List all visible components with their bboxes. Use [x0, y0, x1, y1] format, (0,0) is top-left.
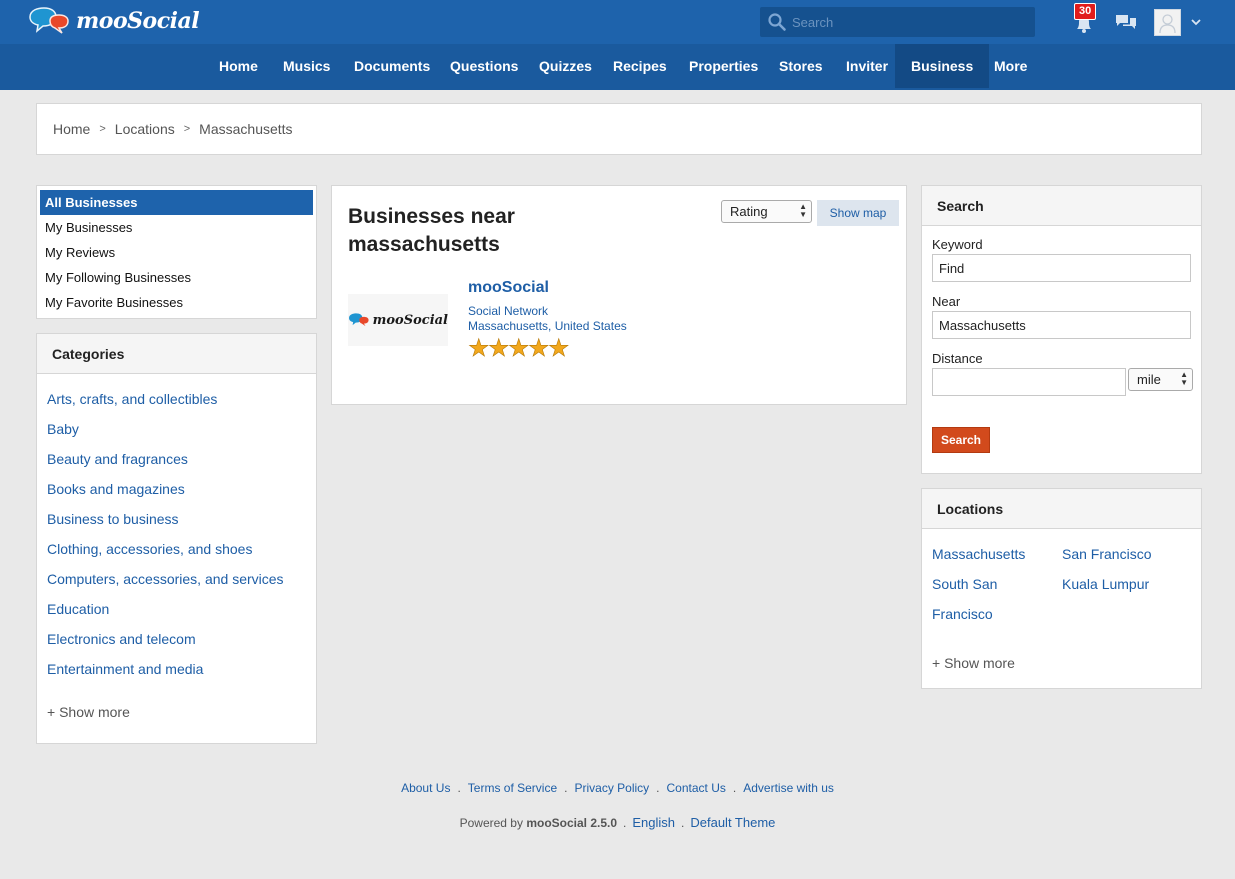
sort-select-value: Rating: [730, 204, 768, 219]
business-location-link[interactable]: Massachusetts, United States: [468, 319, 627, 333]
business-category-link[interactable]: Social Network: [468, 304, 548, 318]
footer-privacy-link[interactable]: Privacy Policy: [574, 781, 649, 795]
nav-questions[interactable]: Questions: [434, 44, 534, 88]
category-link[interactable]: Electronics and telecom: [47, 631, 196, 647]
theme-link[interactable]: Default Theme: [690, 815, 775, 830]
near-input[interactable]: [932, 311, 1191, 339]
footer-about-link[interactable]: About Us: [401, 781, 450, 795]
notification-badge[interactable]: 30: [1074, 3, 1097, 20]
user-avatar[interactable]: [1154, 9, 1181, 36]
location-link[interactable]: San Francisco: [1062, 539, 1151, 569]
locations-title: Locations: [922, 489, 1201, 529]
global-search-input[interactable]: [792, 7, 1027, 37]
nav-properties[interactable]: Properties: [673, 44, 774, 88]
logo-bubbles-icon: [349, 313, 369, 327]
footer-contact-link[interactable]: Contact Us: [667, 781, 726, 795]
site-logo[interactable]: mooSocial: [28, 7, 200, 35]
nav-recipes[interactable]: Recipes: [597, 44, 683, 88]
select-arrows-icon: ▲ ▼: [1180, 370, 1188, 387]
nav-musics[interactable]: Musics: [267, 44, 346, 88]
nav-quizzes[interactable]: Quizzes: [523, 44, 608, 88]
category-link[interactable]: Business to business: [47, 511, 179, 527]
select-arrows-icon: ▲ ▼: [799, 202, 807, 219]
star-icon: ★: [548, 335, 570, 362]
locations-panel: Locations Massachusetts San Francisco So…: [921, 488, 1202, 689]
sort-select[interactable]: Rating ▲ ▼: [721, 200, 812, 223]
nav-documents[interactable]: Documents: [338, 44, 446, 88]
location-link-continued[interactable]: Francisco: [932, 599, 993, 629]
categories-show-more[interactable]: + Show more: [47, 704, 130, 720]
language-link[interactable]: English: [632, 815, 675, 830]
logo-text: mooSocial: [76, 8, 200, 34]
page-title: Businesses near massachusetts: [348, 205, 515, 256]
filter-my-businesses[interactable]: My Businesses: [40, 215, 313, 240]
filter-all-businesses[interactable]: All Businesses: [40, 190, 313, 215]
business-rating: ★ ★ ★ ★ ★: [468, 335, 570, 362]
nav-home[interactable]: Home: [203, 44, 274, 88]
category-link[interactable]: Clothing, accessories, and shoes: [47, 541, 252, 557]
business-name-link[interactable]: mooSocial: [468, 279, 549, 297]
nav-more[interactable]: More: [978, 44, 1043, 88]
distance-unit-value: mile: [1137, 372, 1161, 387]
locations-show-more[interactable]: + Show more: [932, 655, 1015, 671]
breadcrumb: Home > Locations > Massachusetts: [36, 103, 1202, 155]
category-link[interactable]: Arts, crafts, and collectibles: [47, 391, 217, 407]
category-link[interactable]: Computers, accessories, and services: [47, 571, 284, 587]
star-icon: ★: [488, 335, 510, 362]
search-panel-title: Search: [922, 186, 1201, 226]
category-link[interactable]: Education: [47, 601, 109, 617]
near-label: Near: [932, 294, 961, 309]
business-thumbnail-text: mooSocial: [372, 312, 448, 328]
nav-inviter[interactable]: Inviter: [830, 44, 904, 88]
logo-bubbles-icon: [29, 7, 69, 34]
categories-panel: Categories Arts, crafts, and collectible…: [36, 333, 317, 744]
star-icon: ★: [468, 335, 490, 362]
keyword-input[interactable]: [932, 254, 1191, 282]
distance-label: Distance: [932, 351, 983, 366]
nav-stores[interactable]: Stores: [763, 44, 839, 88]
star-icon: ★: [528, 335, 550, 362]
star-icon: ★: [508, 335, 530, 362]
show-map-button[interactable]: Show map: [817, 200, 899, 226]
distance-input[interactable]: [932, 368, 1126, 396]
category-link[interactable]: Beauty and fragrances: [47, 451, 188, 467]
chevron-down-icon[interactable]: [1190, 17, 1202, 27]
breadcrumb-current: Massachusetts: [199, 121, 293, 137]
messages-icon[interactable]: [1115, 13, 1137, 33]
footer-powered: Powered by mooSocial 2.5.0. English. Defau…: [459, 815, 776, 830]
search-panel: Search Keyword Near Distance mile ▲▼ Sea…: [921, 185, 1202, 474]
footer-terms-link[interactable]: Terms of Service: [468, 781, 557, 795]
business-thumbnail[interactable]: mooSocial: [348, 294, 448, 346]
filter-my-following[interactable]: My Following Businesses: [40, 265, 313, 290]
powered-by-brand: mooSocial 2.5.0: [526, 816, 618, 830]
search-submit-button[interactable]: Search: [932, 427, 990, 453]
location-link[interactable]: Kuala Lumpur: [1062, 569, 1149, 599]
filter-my-reviews[interactable]: My Reviews: [40, 240, 313, 265]
nav-business[interactable]: Business: [895, 44, 990, 88]
footer-advertise-link[interactable]: Advertise with us: [743, 781, 834, 795]
keyword-label: Keyword: [932, 237, 983, 252]
business-results-panel: Businesses near massachusetts Rating ▲ ▼ …: [331, 185, 907, 405]
breadcrumb-separator: >: [183, 123, 191, 135]
main-nav: Home Musics Documents Questions Quizzes …: [0, 44, 1235, 90]
category-link[interactable]: Entertainment and media: [47, 661, 203, 677]
top-header: mooSocial 30: [0, 0, 1235, 44]
user-placeholder-icon: [1159, 14, 1176, 34]
breadcrumb-locations[interactable]: Locations: [115, 121, 175, 137]
location-link[interactable]: South San: [932, 569, 997, 599]
search-icon: [768, 13, 786, 31]
categories-title: Categories: [37, 334, 316, 374]
footer-links: About Us. Terms of Service. Privacy Policy…: [401, 781, 834, 795]
filter-my-favorite[interactable]: My Favorite Businesses: [40, 290, 313, 315]
distance-unit-select[interactable]: mile ▲ ▼: [1128, 368, 1193, 391]
category-link[interactable]: Books and magazines: [47, 481, 185, 497]
global-search: [760, 7, 1035, 37]
business-filter-panel: All Businesses My Businesses My Reviews …: [36, 185, 317, 319]
category-link[interactable]: Baby: [47, 421, 79, 437]
powered-by-prefix: Powered by: [459, 816, 523, 830]
breadcrumb-separator: >: [99, 123, 106, 135]
location-link[interactable]: Massachusetts: [932, 539, 1025, 569]
breadcrumb-home[interactable]: Home: [53, 121, 90, 137]
